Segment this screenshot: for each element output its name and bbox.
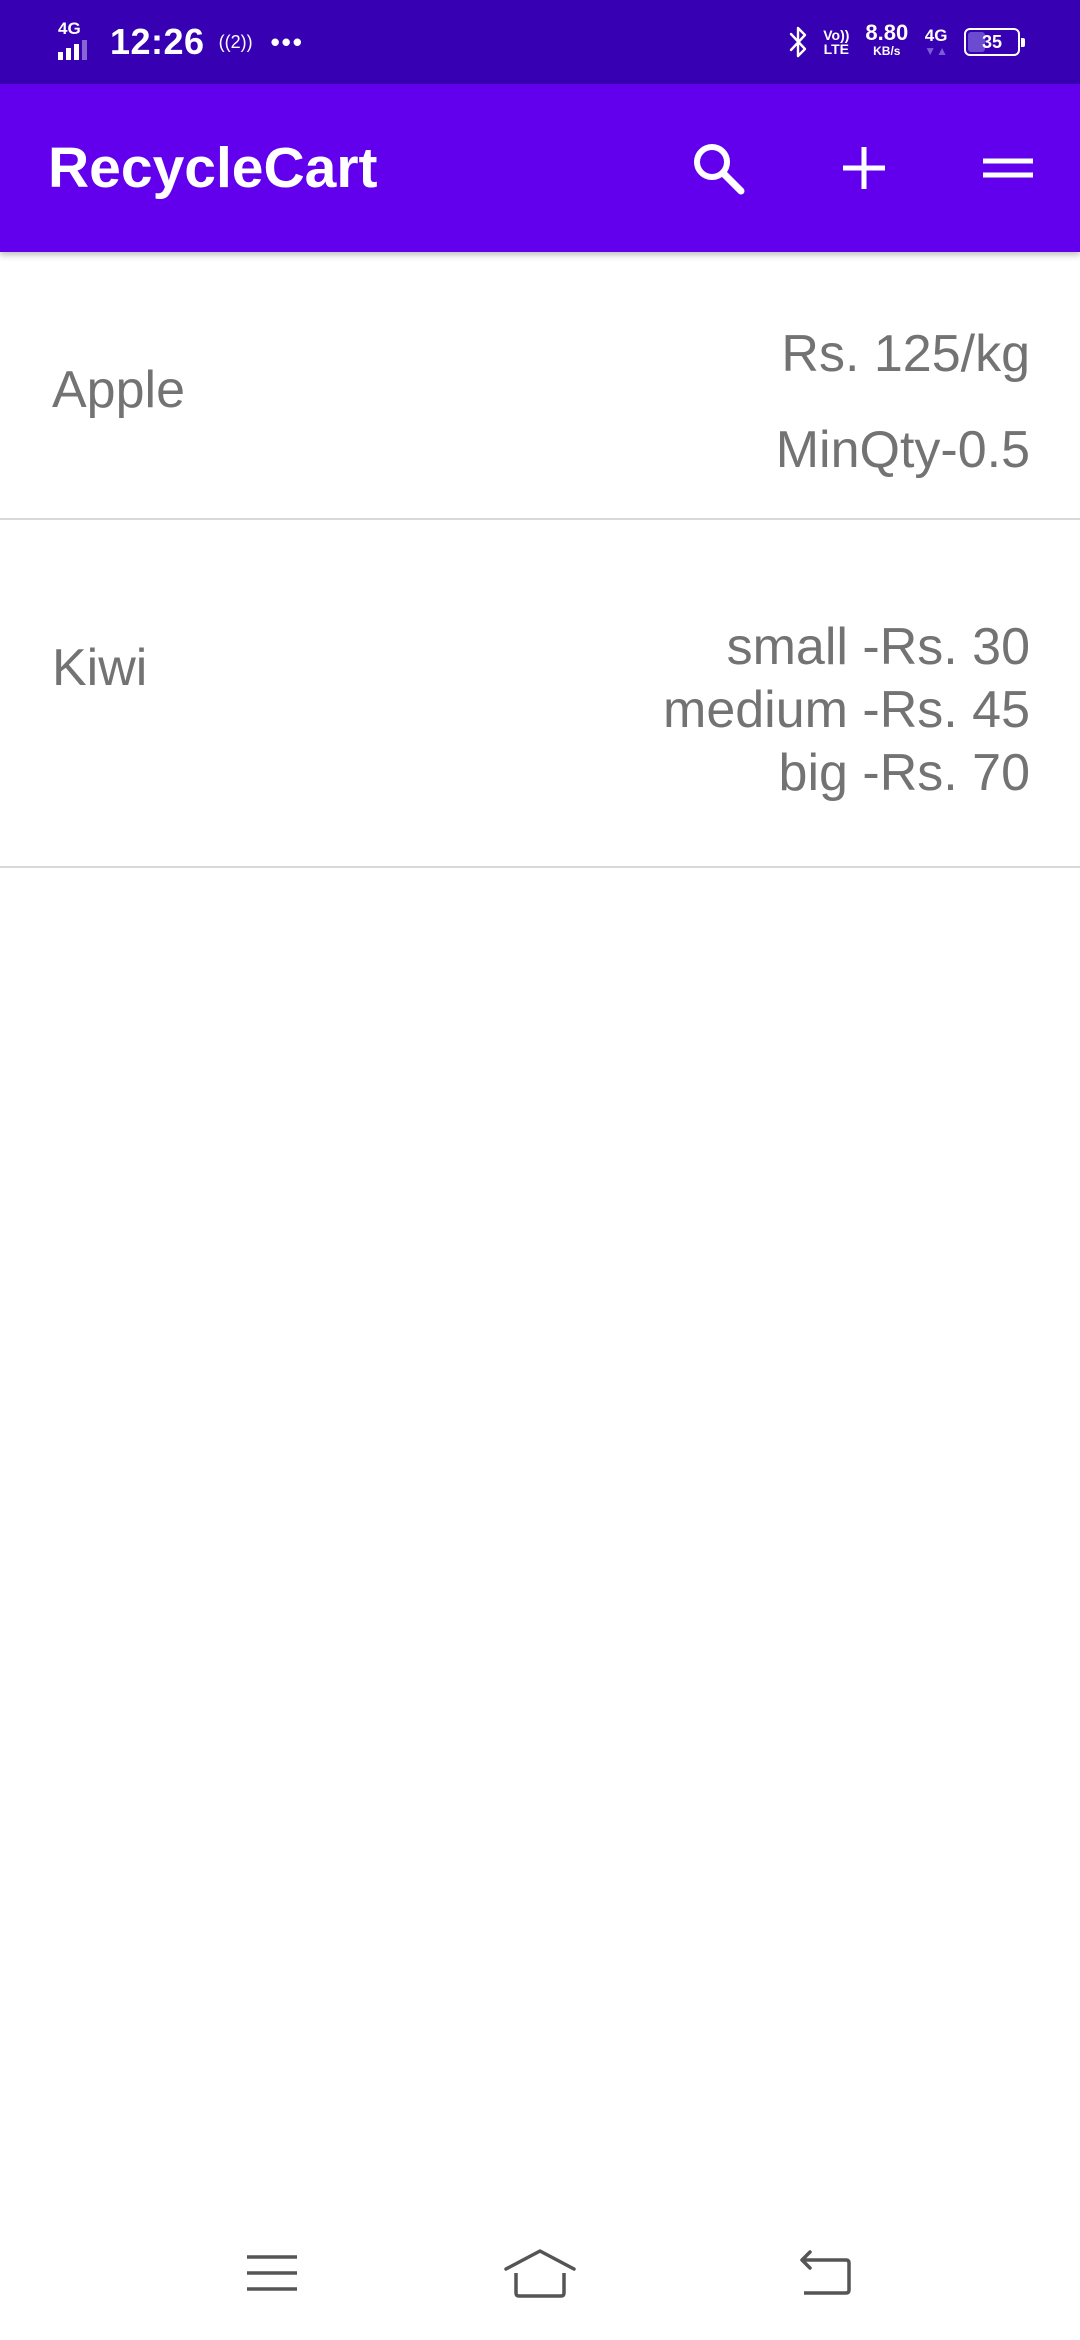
volte-indicator: Vo)) LTE (823, 28, 849, 56)
app-screen: 4G 12:26 ((2)) ••• Vo)) LTE 8.80 KB/s 4G… (0, 0, 1080, 2340)
back-button[interactable] (774, 2228, 874, 2318)
home-button[interactable] (490, 2228, 590, 2318)
menu-button[interactable] (958, 118, 1058, 218)
status-bar-right: Vo)) LTE 8.80 KB/s 4G ▼▲ 35 (789, 0, 1025, 84)
signal-icon: 4G (56, 20, 96, 64)
status-bar-left: 4G 12:26 ((2)) ••• (56, 0, 304, 84)
system-nav-bar (0, 2210, 1080, 2340)
bluetooth-icon (790, 26, 807, 58)
data-activity-icon: ▼▲ (924, 44, 948, 58)
search-button[interactable] (668, 118, 768, 218)
network-speed: 8.80 KB/s (865, 20, 909, 60)
item-price-medium: medium -Rs. 45 (663, 681, 1030, 739)
network-speed-value: 8.80 (865, 20, 909, 45)
product-list: Apple Rs. 125/kg MinQty-0.5 Kiwi small -… (0, 252, 1080, 868)
add-icon (843, 147, 885, 189)
battery-icon: 35 (964, 28, 1025, 56)
status-bar: 4G 12:26 ((2)) ••• Vo)) LTE 8.80 KB/s 4G… (0, 0, 1080, 84)
item-min-qty: MinQty-0.5 (775, 421, 1030, 479)
battery-level: 35 (981, 31, 1003, 52)
recents-icon (247, 2255, 297, 2291)
list-item-kiwi[interactable]: Kiwi small -Rs. 30 medium -Rs. 45 big -R… (0, 520, 1080, 868)
home-icon (504, 2249, 576, 2298)
item-price: Rs. 125/kg (781, 325, 1030, 383)
hotspot-icon: ((2)) (218, 32, 253, 52)
recents-button[interactable] (222, 2228, 322, 2318)
item-price-small: small -Rs. 30 (726, 618, 1030, 676)
network-speed-unit: KB/s (873, 44, 901, 58)
menu-icon (983, 158, 1033, 178)
item-name: Apple (52, 361, 185, 419)
back-icon (800, 2250, 851, 2295)
add-button[interactable] (814, 118, 914, 218)
app-title: RecycleCart (48, 136, 378, 200)
volte-bottom-label: LTE (823, 41, 850, 57)
mobile-data-type: 4G (924, 26, 948, 45)
more-notifications-icon: ••• (270, 26, 304, 57)
item-name: Kiwi (52, 639, 148, 697)
item-details: small -Rs. 30 medium -Rs. 45 big -Rs. 70 (663, 616, 1030, 805)
item-price-big: big -Rs. 70 (778, 744, 1030, 802)
list-item-apple[interactable]: Apple Rs. 125/kg MinQty-0.5 (0, 252, 1080, 520)
mobile-data-indicator: 4G ▼▲ (924, 26, 948, 58)
app-bar: RecycleCart (0, 84, 1080, 252)
network-type-label: 4G (58, 19, 81, 38)
volte-top-label: Vo)) (823, 27, 850, 43)
search-icon (694, 144, 745, 195)
item-details: Rs. 125/kg MinQty-0.5 (776, 306, 1030, 498)
status-time: 12:26 (110, 21, 205, 62)
